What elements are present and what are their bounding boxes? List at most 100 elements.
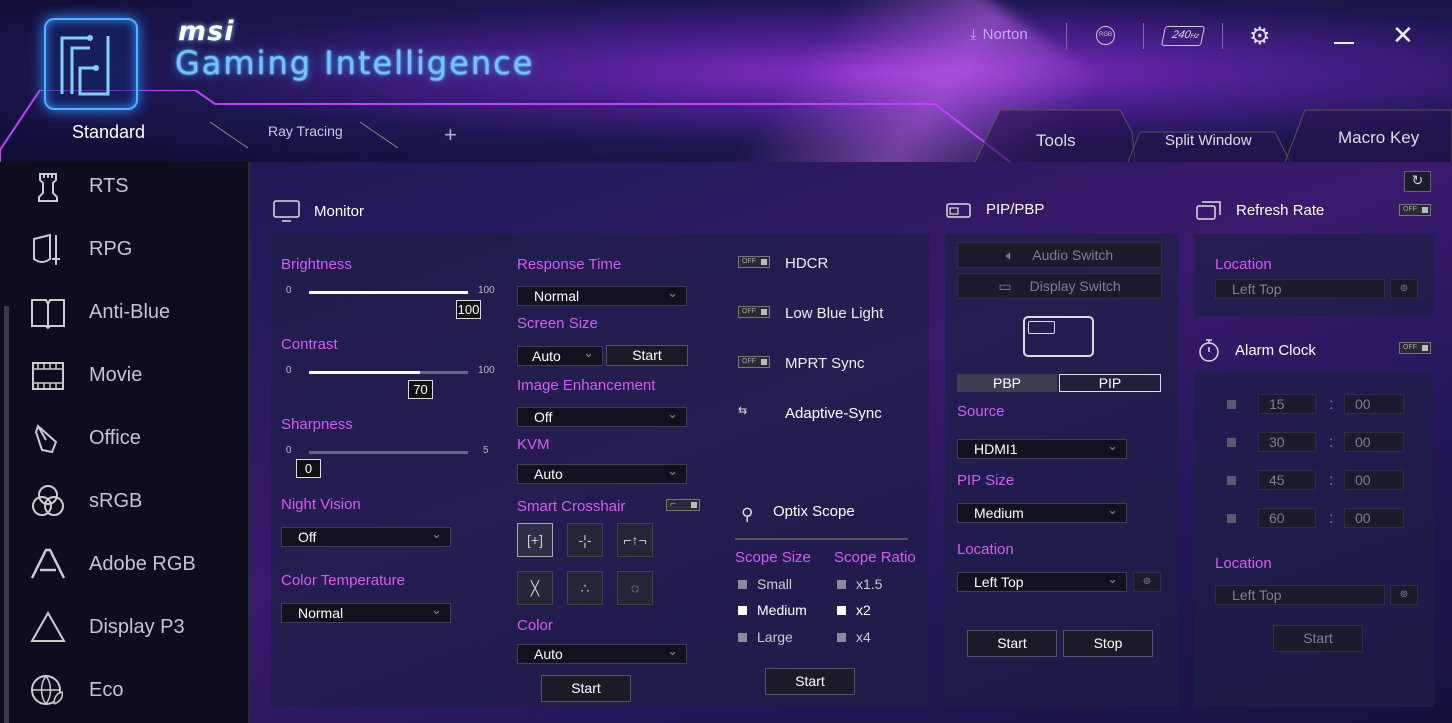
kvm-dropdown[interactable]: Auto [517, 462, 687, 484]
sharpness-value[interactable]: 0 [296, 459, 321, 478]
pip-stop-button[interactable]: Stop [1063, 630, 1153, 657]
crosshair-option-2[interactable]: -¦- [567, 523, 603, 557]
color-dropdown[interactable]: Auto [517, 642, 687, 664]
sidebar-scrollbar[interactable] [4, 306, 9, 723]
alarm-checkbox[interactable] [1227, 514, 1236, 523]
gear-icon[interactable]: ⚙ [1249, 22, 1271, 51]
tab-ray-tracing[interactable]: Ray Tracing [268, 123, 343, 139]
refresh-location-dropdown[interactable]: Left Top [1215, 279, 1385, 299]
sharpness-slider[interactable] [309, 451, 468, 454]
alarm-start-button[interactable]: Start [1273, 625, 1363, 652]
scope-size-large-radio[interactable] [738, 633, 747, 642]
sidebar-item-office[interactable]: Office [28, 416, 248, 460]
alarm-checkbox[interactable] [1227, 400, 1236, 409]
minimize-button[interactable] [1334, 42, 1354, 44]
scope-size-small-radio[interactable] [738, 580, 747, 589]
response-time-dropdown[interactable]: Normal [517, 284, 687, 306]
pbp-tab[interactable]: PBP [957, 374, 1057, 392]
color-label: Color [517, 617, 553, 634]
alarm-checkbox[interactable] [1227, 438, 1236, 447]
add-tab-button[interactable]: + [444, 122, 457, 148]
adaptive-sync-icon[interactable]: ⇆ [738, 406, 770, 418]
image-enhancement-dropdown[interactable]: Off [517, 405, 687, 427]
pip-tab[interactable]: PIP [1059, 374, 1161, 392]
contrast-value[interactable]: 70 [408, 380, 433, 399]
tab-standard[interactable]: Standard [72, 122, 145, 143]
pip-size-dropdown[interactable]: Medium [957, 501, 1127, 523]
optix-scope-start-button[interactable]: Start [765, 668, 855, 695]
close-icon[interactable]: ✕ [1392, 20, 1414, 51]
sidebar-item-anti-blue[interactable]: Anti-Blue [28, 290, 248, 334]
screen-size-label: Screen Size [517, 315, 598, 332]
tab-split-window[interactable]: Split Window [1165, 132, 1252, 149]
hz-unit: Hz [1189, 33, 1200, 40]
sidebar-item-rts[interactable]: RTS [28, 164, 248, 208]
crosshair-option-1[interactable]: [+] [517, 523, 553, 557]
slider-min: 0 [286, 365, 292, 376]
time-separator: : [1329, 434, 1334, 451]
sidebar-item-label: sRGB [89, 489, 143, 512]
alarm-minute-dropdown[interactable]: 60 [1258, 508, 1316, 528]
night-vision-dropdown[interactable]: Off [281, 525, 451, 547]
mprt-sync-toggle[interactable]: OFF [738, 356, 770, 368]
display-switch-button[interactable]: ▭ Display Switch [957, 273, 1162, 299]
sidebar-item-srgb[interactable]: sRGB [28, 479, 248, 523]
location-settings-icon[interactable]: ⊚ [1390, 279, 1418, 299]
mprt-sync-label: MPRT Sync [785, 355, 865, 372]
crosshair-option-3[interactable]: ⌐↑¬ [617, 523, 653, 557]
color-temperature-dropdown[interactable]: Normal [281, 601, 451, 623]
crosshair-option-5[interactable]: ∴ [567, 571, 603, 605]
source-dropdown[interactable]: HDMI1 [957, 437, 1127, 459]
screen-size-start-button[interactable]: Start [606, 345, 688, 366]
alarm-minute-dropdown[interactable]: 15 [1258, 394, 1316, 414]
alarm-minute-dropdown[interactable]: 45 [1258, 470, 1316, 490]
alarm-minute-dropdown[interactable]: 30 [1258, 432, 1316, 452]
location-settings-icon[interactable]: ⊚ [1133, 572, 1161, 592]
crosshair-settings-icon[interactable]: ⌐ [666, 499, 700, 511]
alarm-second-dropdown[interactable]: 00 [1344, 432, 1404, 452]
low-blue-light-label: Low Blue Light [785, 305, 884, 322]
norton-button[interactable]: ⤓ Norton [970, 26, 1028, 43]
scope-ratio-x4-radio[interactable] [837, 633, 846, 642]
alarm-second-dropdown[interactable]: 00 [1344, 470, 1404, 490]
sidebar-item-adobe-rgb[interactable]: Adobe RGB [28, 542, 248, 586]
sidebar-item-label: Anti-Blue [89, 300, 171, 323]
scope-ratio-x1-5-radio[interactable] [837, 580, 846, 589]
alarm-checkbox[interactable] [1227, 476, 1236, 485]
alarm-second-dropdown[interactable]: 00 [1344, 394, 1404, 414]
alarm-clock-toggle[interactable]: OFF [1399, 342, 1431, 354]
sidebar-item-eco[interactable]: Eco [28, 668, 248, 712]
brightness-slider[interactable] [309, 291, 468, 294]
scope-size-option: Medium [757, 602, 807, 618]
sidebar-item-movie[interactable]: Movie [28, 353, 248, 397]
alarm-second-dropdown[interactable]: 00 [1344, 508, 1404, 528]
low-blue-light-toggle[interactable]: OFF [738, 306, 770, 318]
crosshair-option-4[interactable]: ╳ [517, 571, 553, 605]
hdcr-toggle[interactable]: OFF [738, 256, 770, 268]
pip-location-dropdown[interactable]: Left Top [957, 570, 1127, 592]
divider [1066, 23, 1067, 49]
pip-start-button[interactable]: Start [967, 630, 1057, 657]
tab-macro-key[interactable]: Macro Key [1338, 128, 1419, 148]
refresh-location-label: Location [1215, 256, 1272, 273]
alarm-clock-panel [1194, 372, 1434, 707]
response-time-label: Response Time [517, 256, 622, 273]
scope-ratio-option: x4 [856, 629, 871, 645]
contrast-slider[interactable] [309, 371, 468, 374]
sidebar-item-display-p3[interactable]: Display P3 [28, 605, 248, 649]
scope-size-medium-radio[interactable] [738, 606, 747, 615]
alarm-location-dropdown[interactable]: Left Top [1215, 585, 1385, 605]
screen-size-dropdown[interactable]: Auto [517, 344, 603, 366]
brightness-value[interactable]: 100 [456, 300, 481, 319]
tab-tools[interactable]: Tools [1036, 131, 1076, 151]
location-settings-icon[interactable]: ⊚ [1390, 585, 1418, 605]
scope-ratio-x2-radio[interactable] [837, 606, 846, 615]
rgb-icon[interactable]: RGB [1096, 26, 1115, 45]
refresh-rate-icon[interactable]: 240Hz [1160, 26, 1206, 46]
refresh-icon[interactable]: ↻ [1404, 171, 1431, 192]
sidebar-item-rpg[interactable]: RPG [28, 227, 248, 271]
color-start-button[interactable]: Start [541, 675, 631, 702]
crosshair-option-6[interactable]: ◌ [617, 571, 653, 605]
refresh-rate-toggle[interactable]: OFF [1399, 204, 1431, 216]
audio-switch-button[interactable]: 🔈︎ Audio Switch [957, 242, 1162, 268]
